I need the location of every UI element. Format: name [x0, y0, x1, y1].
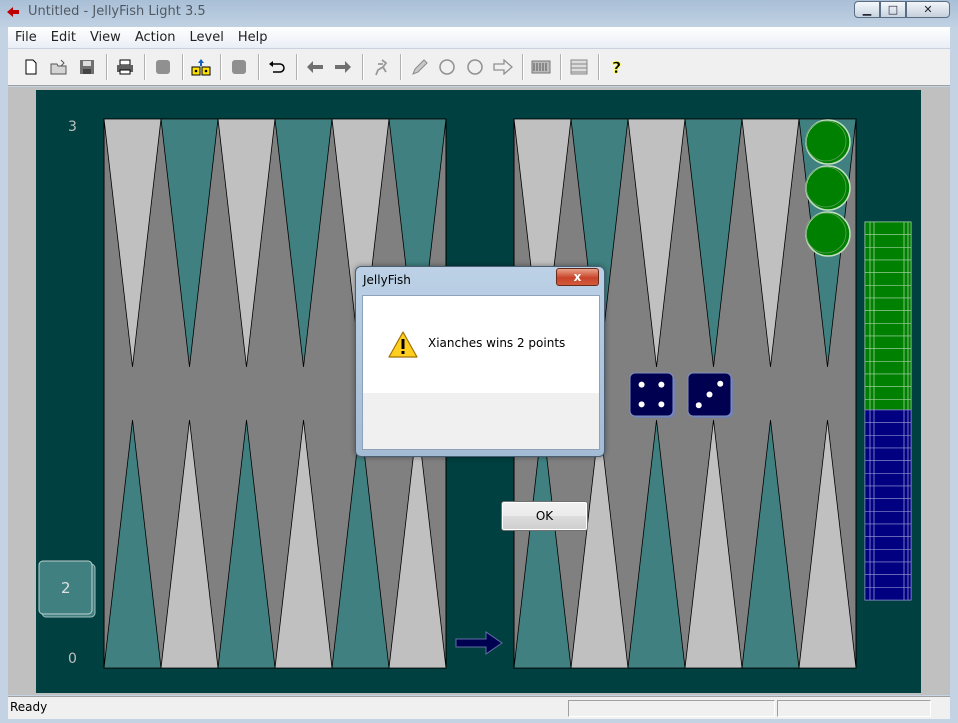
stop2-icon[interactable]	[226, 54, 252, 80]
dialog-message: Xianches wins 2 points	[428, 336, 566, 350]
toolbar-separator	[182, 54, 184, 80]
back-arrow-icon[interactable]	[302, 54, 328, 80]
circle-icon[interactable]	[434, 54, 460, 80]
right-arrow-outline-icon[interactable]	[490, 54, 516, 80]
status-text: Ready	[10, 700, 48, 714]
pencil-icon[interactable]	[406, 54, 432, 80]
doubling-cube[interactable]: 2	[38, 560, 96, 618]
open-icon[interactable]	[46, 54, 72, 80]
toolbar-separator	[144, 54, 146, 80]
menu-view[interactable]: View	[83, 30, 128, 45]
title-bar: Untitled - JellyFish Light 3.5 ▁ □ ✕	[0, 0, 958, 25]
toolbar-separator	[522, 54, 524, 80]
die-pip	[638, 401, 645, 408]
menu-file[interactable]: File	[8, 30, 44, 45]
minimize-button[interactable]: ▁	[854, 1, 880, 18]
die-pip	[658, 401, 665, 408]
die-pip	[695, 402, 702, 409]
green-borne-off-tray	[864, 221, 912, 413]
menu-help[interactable]: Help	[231, 30, 275, 45]
menu-level[interactable]: Level	[183, 30, 231, 45]
status-bar: Ready	[8, 696, 950, 719]
toolbar-separator	[400, 54, 402, 80]
roll-dice-icon[interactable]	[188, 54, 214, 80]
blue-borne-off-tray	[864, 409, 912, 601]
bottom-score-label: 0	[68, 651, 77, 667]
circle2-icon[interactable]	[462, 54, 488, 80]
app-icon[interactable]	[6, 6, 20, 18]
toolbar: ?	[8, 49, 950, 86]
toolbar-separator	[220, 54, 222, 80]
menu-action[interactable]: Action	[128, 30, 183, 45]
die-pip	[638, 381, 645, 388]
toolbar-separator	[598, 54, 600, 80]
close-button[interactable]: ✕	[906, 1, 950, 18]
undo-icon[interactable]	[264, 54, 290, 80]
maximize-button[interactable]: □	[880, 1, 906, 18]
cube-value: 2	[61, 579, 71, 597]
window-title: Untitled - JellyFish Light 3.5	[28, 4, 206, 19]
svg-text:?: ?	[612, 58, 621, 76]
help-icon[interactable]: ?	[604, 54, 630, 80]
dialog-title: JellyFish	[363, 273, 411, 287]
toolbar-separator	[362, 54, 364, 80]
status-pane-2	[777, 700, 931, 717]
green-checkers[interactable]	[805, 119, 851, 257]
toolbar-separator	[560, 54, 562, 80]
hint-icon[interactable]	[368, 54, 394, 80]
toolbar-separator	[258, 54, 260, 80]
top-score-label: 3	[68, 119, 77, 135]
warning-icon	[388, 331, 418, 358]
dialog-body: Xianches wins 2 points OK	[362, 295, 600, 531]
menu-edit[interactable]: Edit	[44, 30, 83, 45]
toolbar-separator	[106, 54, 108, 80]
die-pip	[658, 381, 665, 388]
die	[629, 372, 674, 417]
print-icon[interactable]	[112, 54, 138, 80]
new-icon[interactable]	[18, 54, 44, 80]
ok-button[interactable]: OK	[501, 501, 588, 531]
die-pip	[717, 380, 724, 387]
grid-icon[interactable]	[566, 54, 592, 80]
dialog-footer: OK	[363, 393, 599, 531]
board-icon[interactable]	[528, 54, 554, 80]
message-dialog: JellyFish x Xianches wins 2 points OK	[355, 266, 605, 531]
menu-bar: File Edit View Action Level Help	[8, 27, 950, 49]
toolbar-separator	[296, 54, 298, 80]
save-icon[interactable]	[74, 54, 100, 80]
die-pip	[706, 391, 713, 398]
stop-icon[interactable]	[150, 54, 176, 80]
status-pane-1	[568, 700, 775, 717]
dialog-close-button[interactable]: x	[556, 268, 599, 286]
forward-arrow-icon[interactable]	[330, 54, 356, 80]
